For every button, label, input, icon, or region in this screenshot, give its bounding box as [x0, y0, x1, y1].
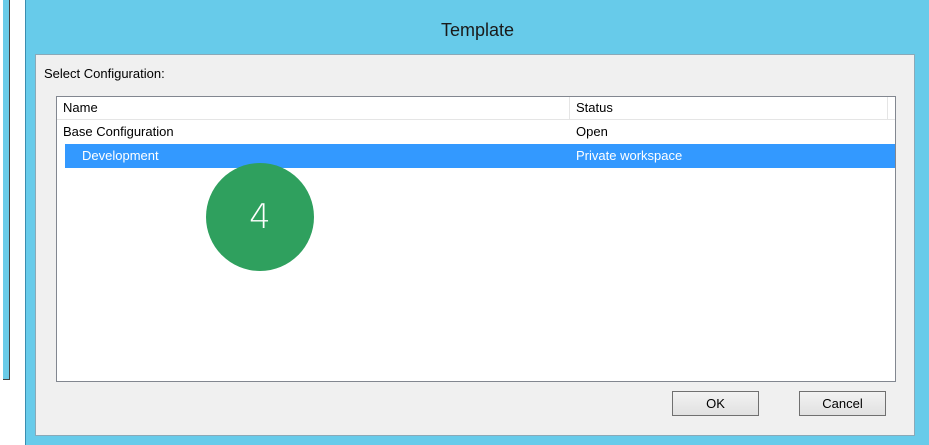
column-header-name[interactable]: Name	[57, 97, 570, 119]
background-window-content	[0, 0, 3, 380]
cancel-button[interactable]: Cancel	[799, 391, 886, 416]
screen: Template Select Configuration: Name Stat…	[0, 0, 929, 445]
configuration-list[interactable]: Name Status Base Configuration Open Deve…	[56, 96, 896, 382]
background-window	[0, 0, 10, 380]
step-number-badge: 4	[206, 163, 314, 271]
dialog-title: Template	[440, 20, 515, 40]
ok-button[interactable]: OK	[672, 391, 759, 416]
row-status: Open	[576, 124, 608, 139]
template-dialog: Template Select Configuration: Name Stat…	[25, 0, 929, 445]
dialog-titlebar[interactable]: Template	[26, 0, 929, 54]
list-row-development[interactable]: Development Private workspace	[65, 144, 895, 168]
row-status: Private workspace	[576, 148, 683, 163]
column-header-status[interactable]: Status	[570, 97, 888, 119]
list-header: Name Status	[57, 97, 895, 120]
dialog-client-area: Select Configuration: Name Status Base C…	[35, 54, 915, 436]
row-name: Development	[82, 148, 159, 163]
select-configuration-label: Select Configuration:	[44, 66, 165, 81]
row-name: Base Configuration	[63, 124, 174, 139]
list-row-base-configuration[interactable]: Base Configuration Open	[57, 120, 895, 144]
